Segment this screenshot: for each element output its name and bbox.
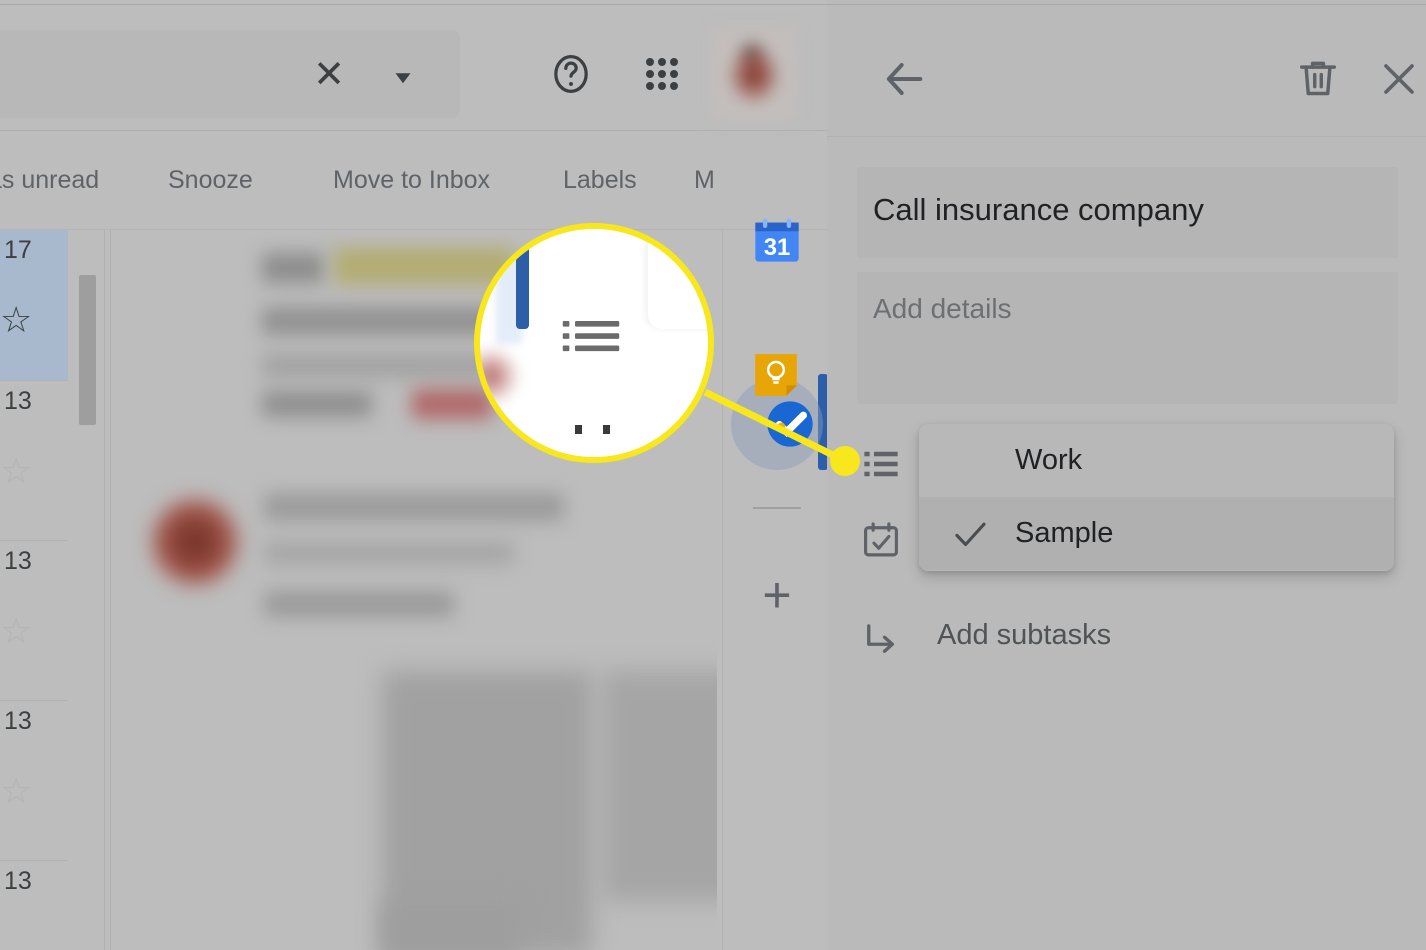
blurred-image (602, 671, 717, 901)
mail-date: 13 (4, 547, 32, 575)
apps-grid-icon[interactable] (638, 50, 686, 98)
mark-as-unread-button[interactable]: as unread (0, 131, 99, 229)
table-row[interactable]: 13 ☆ (0, 381, 68, 541)
star-icon[interactable]: ☆ (0, 613, 32, 649)
add-subtasks-label[interactable]: Add subtasks (937, 619, 1111, 652)
magnified-footer-marks (575, 425, 611, 434)
task-details-field[interactable] (857, 272, 1398, 404)
magnified-card (648, 229, 708, 329)
task-title-value: Call insurance company (873, 192, 1204, 227)
dropdown-item-work[interactable]: Work (919, 424, 1394, 497)
pane-divider (104, 230, 105, 950)
calendar-icon[interactable] (860, 519, 902, 561)
snooze-button[interactable]: Snooze (168, 131, 253, 229)
tasks-panel-header (827, 5, 1426, 137)
chevron-down-icon[interactable] (388, 62, 418, 92)
add-addon-button[interactable]: + (749, 568, 805, 624)
labels-button[interactable]: Labels (563, 131, 637, 229)
move-to-inbox-button[interactable]: Move to Inbox (333, 131, 490, 229)
addon-rail: 31 + (722, 218, 827, 950)
mail-date: 13 (4, 707, 32, 735)
blurred-avatar (152, 499, 238, 585)
trash-icon[interactable] (1292, 53, 1344, 105)
back-arrow-icon[interactable] (876, 51, 932, 107)
blurred-text (264, 493, 564, 521)
blurred-text (264, 591, 454, 617)
search-clear-icon[interactable]: ✕ (305, 52, 353, 100)
blurred-text (262, 391, 372, 417)
dropdown-item-label: Sample (1015, 517, 1114, 549)
help-icon[interactable] (545, 48, 597, 100)
star-icon[interactable]: ☆ (0, 302, 32, 338)
gmail-pane: ✕ as unread Snooze Move to Inbo (0, 0, 827, 950)
tasks-panel: Call insurance company Add details Add s… (827, 0, 1426, 950)
mail-list: 17 ☆ 13 ☆ 13 ☆ 13 ☆ 13 (0, 230, 68, 950)
magnifier-callout (474, 223, 714, 463)
table-row[interactable]: 13 ☆ (0, 541, 68, 701)
avatar[interactable] (712, 29, 796, 119)
mail-date: 17 (4, 236, 32, 264)
list-select-dropdown[interactable]: Work Sample (919, 424, 1394, 571)
scrollbar-thumb[interactable] (79, 275, 96, 425)
rail-divider (753, 507, 801, 509)
check-icon (949, 513, 991, 555)
table-row[interactable]: 13 ☆ (0, 701, 68, 861)
blurred-text (264, 541, 514, 565)
magnifier-content (480, 229, 708, 457)
list-icon (562, 321, 620, 353)
google-tasks-icon[interactable] (758, 392, 822, 461)
screenshot-root: ✕ as unread Snooze Move to Inbo (0, 0, 1426, 950)
list-icon[interactable] (860, 443, 902, 485)
dropdown-item-label: Work (1015, 444, 1083, 476)
subtask-arrow-icon[interactable] (860, 618, 902, 660)
mail-date: 13 (4, 867, 32, 895)
mail-date: 13 (4, 387, 32, 415)
close-icon[interactable] (1373, 53, 1425, 105)
blurred-text (262, 253, 324, 283)
svg-text:31: 31 (764, 234, 791, 261)
star-icon[interactable]: ☆ (0, 453, 32, 489)
window-top-divider (0, 4, 827, 5)
task-details-placeholder: Add details (873, 293, 1012, 324)
more-button[interactable]: M (694, 131, 715, 229)
google-calendar-icon[interactable]: 31 (751, 215, 803, 272)
star-icon[interactable]: ☆ (0, 773, 32, 809)
dropdown-item-sample[interactable]: Sample (919, 497, 1394, 570)
mail-toolbar: as unread Snooze Move to Inbox Labels M (0, 131, 827, 336)
magnified-blue-bar (516, 229, 529, 329)
blurred-image (382, 901, 522, 950)
table-row[interactable]: 13 (0, 861, 68, 950)
magnified-blur-blob (480, 349, 518, 403)
table-row[interactable]: 17 ☆ (0, 230, 68, 381)
